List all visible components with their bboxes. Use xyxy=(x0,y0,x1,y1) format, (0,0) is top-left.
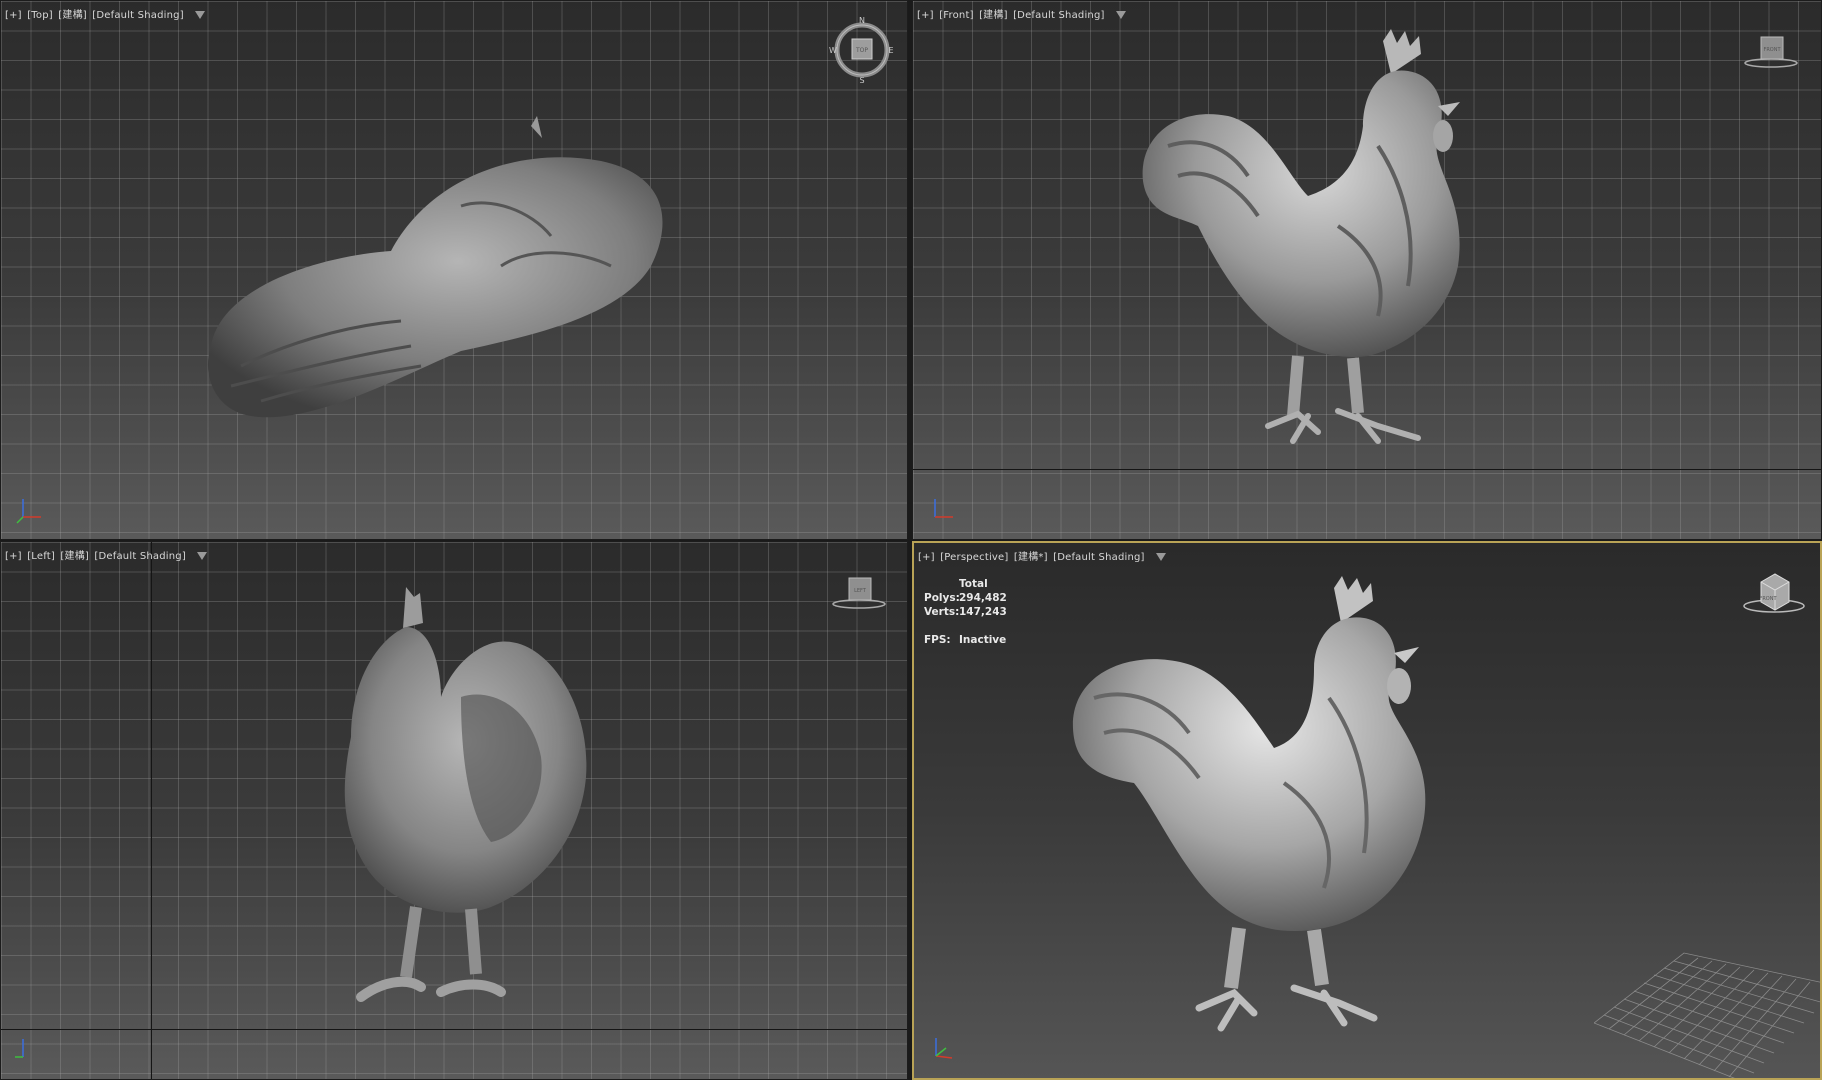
viewport-view-menu[interactable]: [Perspective] xyxy=(940,552,1008,563)
compass-icon[interactable]: TOP N S E W xyxy=(827,15,897,85)
compass-w: W xyxy=(829,46,837,55)
verts-value: 147,243 xyxy=(959,606,1007,618)
viewport-perspective[interactable]: [+] [Perspective] [建構*] [Default Shading… xyxy=(912,541,1822,1080)
viewport-shading-menu[interactable]: [Default Shading] xyxy=(1013,10,1105,21)
viewport-front[interactable]: [+] [Front] [建構] [Default Shading] FRONT xyxy=(912,0,1822,540)
viewport-mode-menu[interactable]: [建構*] xyxy=(1014,552,1048,563)
rooster-model-left[interactable] xyxy=(311,587,601,1027)
fps-label: FPS: xyxy=(924,634,951,646)
viewport-view-menu[interactable]: [Front] xyxy=(939,10,974,21)
polys-value: 294,482 xyxy=(959,592,1007,604)
viewcube-label: FRONT xyxy=(1763,47,1781,53)
viewcube-label: FRONT xyxy=(1759,596,1777,602)
viewport-label-left[interactable]: [+] [Left] [建構] [Default Shading] xyxy=(5,547,208,562)
ground-line xyxy=(1,1029,907,1030)
statistics-overlay: Total Polys: 294,482 Verts: 147,243 FPS: In… xyxy=(924,577,1007,647)
filter-icon[interactable] xyxy=(195,11,206,19)
axis-tripod-icon xyxy=(15,1039,24,1058)
ground-line xyxy=(913,469,1821,470)
viewport-view-menu[interactable]: [Left] xyxy=(27,551,55,562)
viewport-left[interactable]: [+] [Left] [建構] [Default Shading] LEFT xyxy=(0,541,908,1080)
viewcube-icon[interactable]: FRONT xyxy=(1739,568,1809,616)
viewport-mode-menu[interactable]: [建構] xyxy=(979,10,1008,21)
compass-s: S xyxy=(859,76,864,85)
filter-icon[interactable] xyxy=(1116,11,1127,19)
viewcube-label: LEFT xyxy=(854,588,867,594)
verts-label: Verts: xyxy=(924,606,960,618)
viewport-plus-menu[interactable]: [+] xyxy=(5,551,22,562)
viewcube-icon[interactable]: LEFT xyxy=(829,572,889,612)
viewcube-icon[interactable]: FRONT xyxy=(1741,31,1801,71)
compass-e: E xyxy=(888,46,893,55)
viewport-shading-menu[interactable]: [Default Shading] xyxy=(1053,552,1145,563)
viewport-plus-menu[interactable]: [+] xyxy=(5,10,22,21)
polys-label: Polys: xyxy=(924,592,960,604)
viewport-shading-menu[interactable]: [Default Shading] xyxy=(92,10,184,21)
compass-cube-label: TOP xyxy=(855,47,868,54)
viewport-view-menu[interactable]: [Top] xyxy=(27,10,53,21)
center-line xyxy=(151,542,152,1079)
stats-header: Total xyxy=(959,578,988,590)
perspective-grid xyxy=(1594,952,1820,1078)
viewport-label-front[interactable]: [+] [Front] [建構] [Default Shading] xyxy=(917,6,1127,21)
filter-icon[interactable] xyxy=(1156,553,1167,561)
viewport-plus-menu[interactable]: [+] xyxy=(918,552,935,563)
axis-tripod-icon xyxy=(935,1038,953,1059)
viewport-plus-menu[interactable]: [+] xyxy=(917,10,934,21)
compass-n: N xyxy=(859,16,865,25)
rooster-model-front[interactable] xyxy=(1138,26,1478,466)
rooster-model-top[interactable] xyxy=(201,116,681,446)
viewport-label-perspective[interactable]: [+] [Perspective] [建構*] [Default Shading… xyxy=(918,548,1167,563)
viewport-shading-menu[interactable]: [Default Shading] xyxy=(94,551,186,562)
axis-tripod-icon xyxy=(16,499,41,524)
viewport-mode-menu[interactable]: [建構] xyxy=(58,10,87,21)
filter-icon[interactable] xyxy=(197,552,208,560)
viewport-mode-menu[interactable]: [建構] xyxy=(60,551,89,562)
viewport-label-top[interactable]: [+] [Top] [建構] [Default Shading] xyxy=(5,6,206,21)
fps-value: Inactive xyxy=(959,634,1007,646)
axis-tripod-icon xyxy=(934,499,953,518)
viewport-top[interactable]: [+] [Top] [建構] [Default Shading] TOP N S… xyxy=(0,0,908,540)
rooster-model-perspective[interactable] xyxy=(1064,568,1484,1048)
